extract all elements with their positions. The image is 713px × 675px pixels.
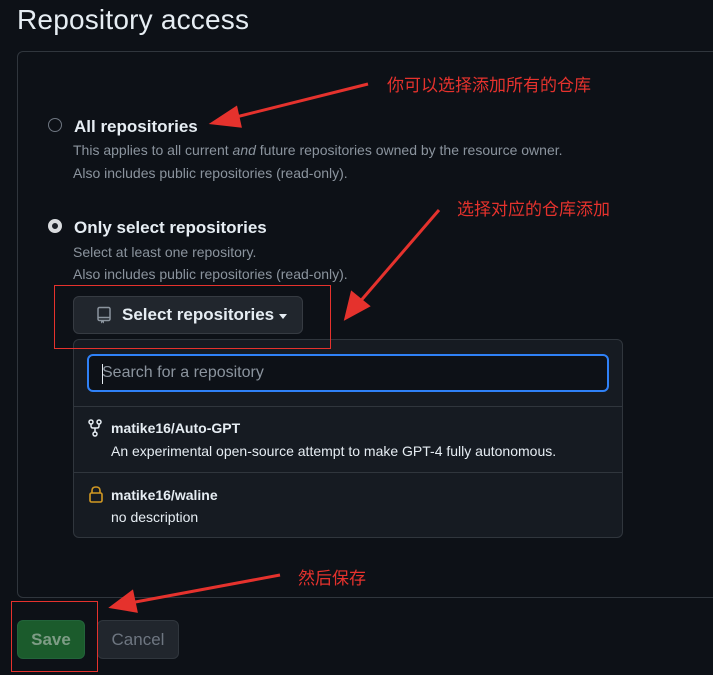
arrow-icon [343,209,441,321]
arrow-icon [108,573,281,613]
annotation-arrows [108,82,441,613]
arrow-icon [208,82,369,128]
